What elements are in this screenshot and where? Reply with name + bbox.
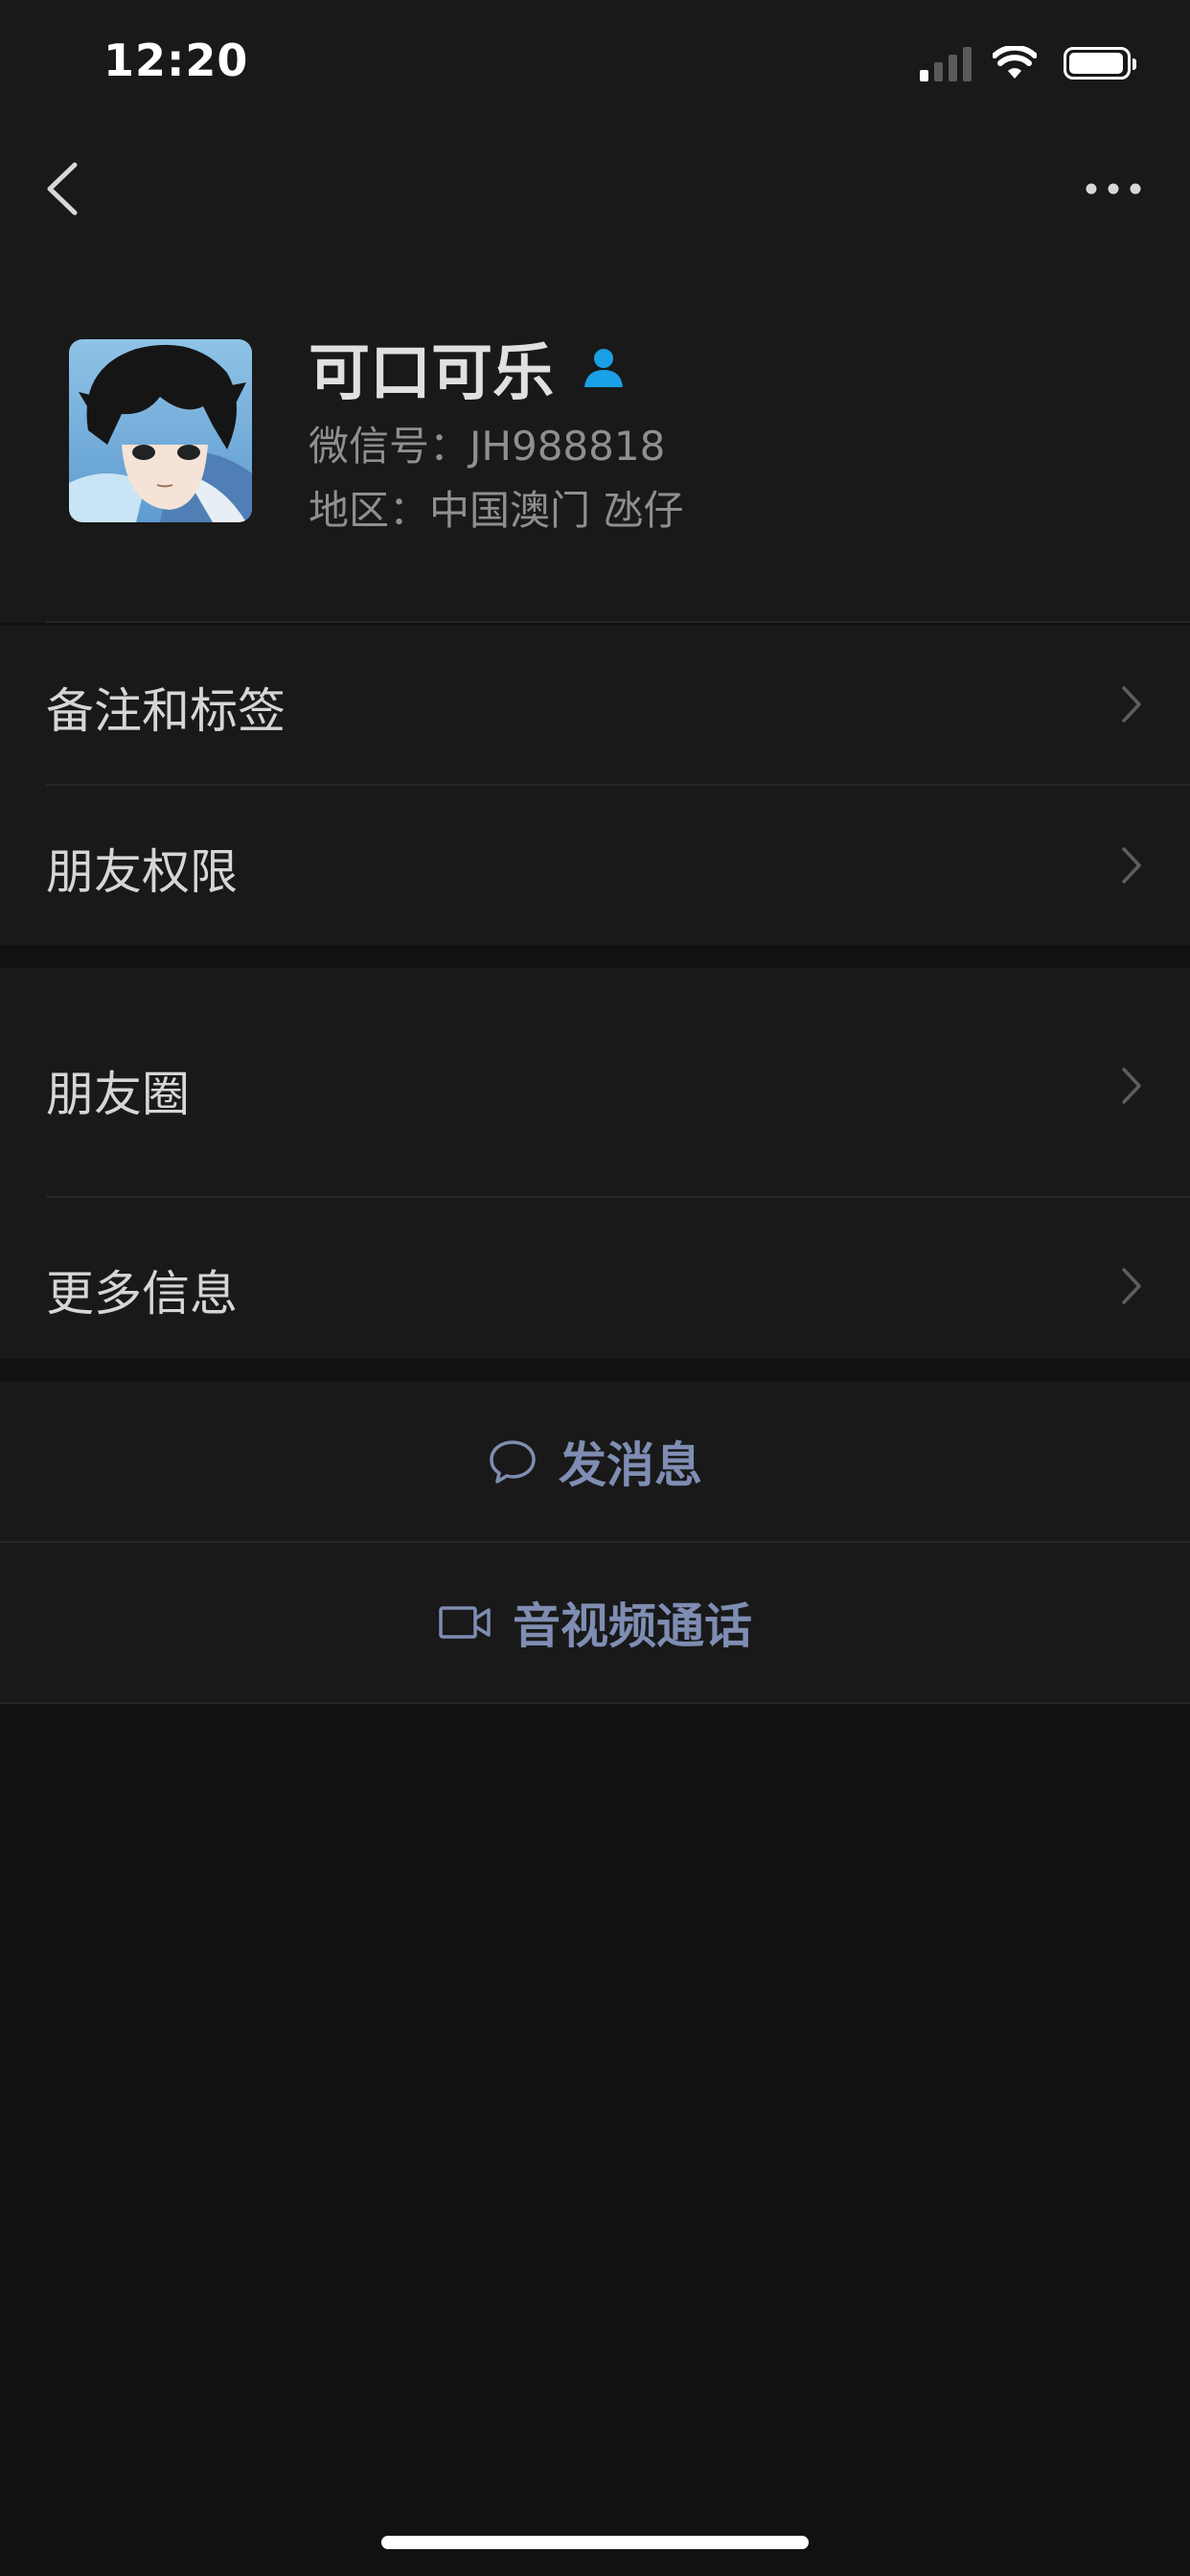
menu-item-friend-permissions[interactable]: 朋友权限 bbox=[0, 786, 1190, 945]
video-camera-icon bbox=[439, 1606, 491, 1639]
menu-item-more-info[interactable]: 更多信息 bbox=[0, 1198, 1190, 1359]
profile-card: 可口可乐 微信号：JH988818 地区：中国澳门 氹仔 bbox=[0, 251, 1190, 623]
divider bbox=[46, 621, 1190, 623]
more-button[interactable] bbox=[1085, 174, 1142, 203]
send-message-button[interactable]: 发消息 bbox=[0, 1382, 1190, 1541]
region: 地区：中国澳门 氹仔 bbox=[309, 487, 684, 534]
avatar[interactable] bbox=[69, 339, 252, 522]
more-horizontal-icon bbox=[1086, 183, 1141, 195]
menu-item-remark-tags[interactable]: 备注和标签 bbox=[0, 625, 1190, 784]
nav-bar bbox=[0, 126, 1190, 251]
status-icons bbox=[920, 44, 1136, 82]
menu-group-settings: 备注和标签 朋友权限 bbox=[0, 625, 1190, 945]
profile-name: 可口可乐 bbox=[309, 338, 554, 409]
signal-icon bbox=[920, 45, 972, 81]
battery-icon bbox=[1064, 47, 1136, 80]
chevron-left-icon bbox=[47, 162, 78, 216]
menu-group-info: 朋友圈 更多信息 bbox=[0, 968, 1190, 1359]
wifi-icon bbox=[993, 46, 1037, 79]
send-message-label: 发消息 bbox=[559, 1438, 702, 1493]
menu-item-label: 朋友圈 bbox=[46, 1067, 190, 1122]
chevron-right-icon bbox=[1122, 1068, 1141, 1104]
video-call-label: 音视频通话 bbox=[513, 1598, 752, 1654]
home-indicator[interactable] bbox=[381, 2536, 809, 2549]
friend-person-icon bbox=[584, 349, 623, 387]
menu-item-label: 朋友权限 bbox=[46, 844, 238, 900]
status-bar: 12:20 bbox=[0, 0, 1190, 126]
status-time: 12:20 bbox=[103, 34, 249, 86]
back-button[interactable] bbox=[38, 157, 86, 220]
chevron-right-icon bbox=[1122, 847, 1141, 884]
menu-item-label: 备注和标签 bbox=[46, 683, 286, 739]
chat-bubble-icon bbox=[490, 1440, 536, 1484]
divider bbox=[0, 1702, 1190, 1704]
profile-name-row: 可口可乐 bbox=[309, 324, 627, 412]
video-call-button[interactable]: 音视频通话 bbox=[0, 1543, 1190, 1702]
chevron-right-icon bbox=[1122, 1268, 1141, 1304]
wechat-id: 微信号：JH988818 bbox=[309, 423, 666, 470]
chevron-right-icon bbox=[1122, 686, 1141, 723]
menu-item-label: 更多信息 bbox=[46, 1266, 238, 1322]
menu-item-moments[interactable]: 朋友圈 bbox=[0, 968, 1190, 1196]
